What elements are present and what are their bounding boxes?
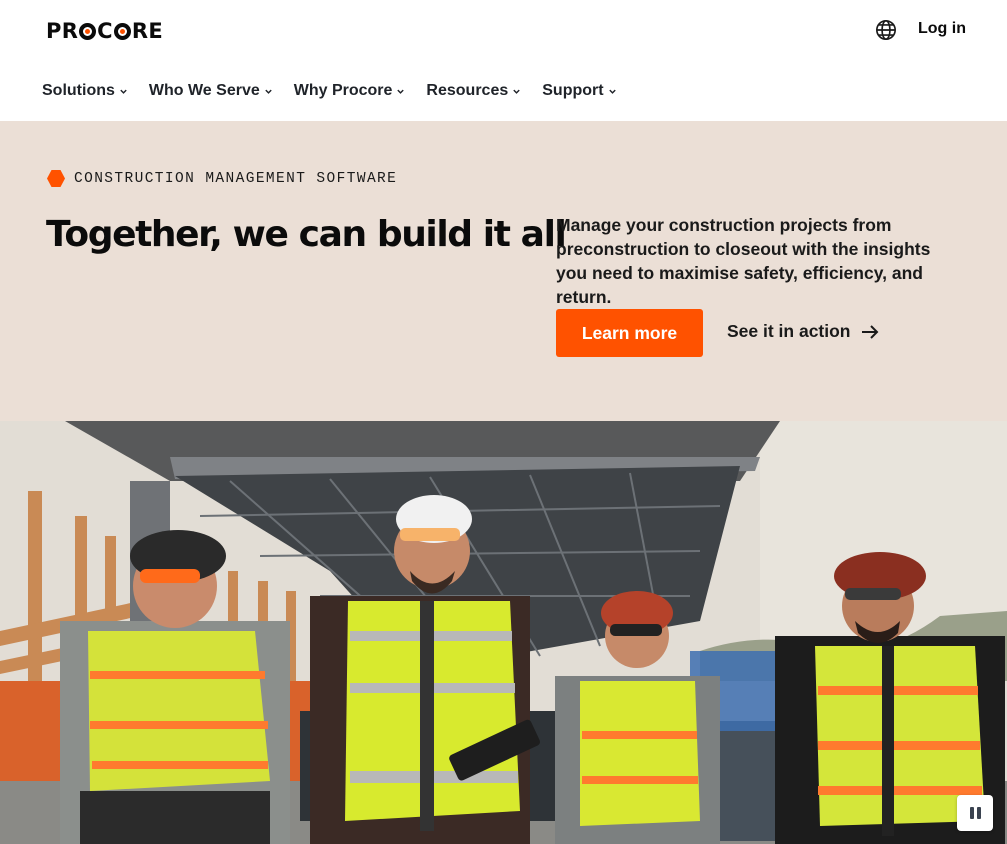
nav-item-solutions[interactable]: Solutions (42, 82, 128, 100)
nav-item-resources[interactable]: Resources (426, 82, 521, 100)
nav-item-label: Solutions (42, 82, 115, 99)
hero-eyebrow: CONSTRUCTION MANAGEMENT SOFTWARE (47, 170, 397, 187)
chevron-down-icon (608, 89, 616, 94)
nav-item-label: Resources (426, 82, 509, 99)
construction-workers-image (0, 421, 1007, 844)
chevron-down-icon (120, 89, 127, 94)
logo-text-pr: PR (46, 19, 79, 43)
nav-item-why-procore[interactable]: Why Procore (294, 82, 406, 100)
logo-o-mark-2 (113, 22, 131, 40)
procore-logo[interactable]: PR C RE (46, 19, 163, 43)
nav-item-label: Support (542, 82, 604, 99)
logo-text-re: RE (131, 19, 164, 43)
globe-icon[interactable] (875, 19, 897, 41)
see-it-in-action-label: See it in action (727, 321, 851, 341)
nav-item-label: Who We Serve (148, 82, 260, 99)
chevron-down-icon (513, 89, 520, 94)
pause-button[interactable] (957, 795, 993, 831)
hero-section: CONSTRUCTION MANAGEMENT SOFTWARE Togethe… (0, 121, 1007, 421)
login-link[interactable]: Log in (918, 20, 966, 38)
see-it-in-action-link[interactable]: See it in action (727, 321, 879, 342)
hero-subtext: Manage your construction projects from p… (556, 215, 931, 307)
hero-headline: Together, we can build it all (46, 214, 567, 255)
chevron-down-icon (397, 89, 405, 94)
nav-item-label: Why Procore (293, 82, 393, 99)
pause-icon-bar (976, 807, 981, 819)
site-header: PR C RE Log in Solutions Who We Serve Why … (0, 0, 1007, 121)
learn-more-button[interactable]: Learn more (556, 309, 703, 357)
eyebrow-text: CONSTRUCTION MANAGEMENT SOFTWARE (74, 170, 398, 187)
nav-item-who-we-serve[interactable]: Who We Serve (149, 82, 273, 100)
arrow-right-icon (861, 324, 878, 339)
logo-o-mark (79, 22, 97, 40)
main-nav: Solutions Who We Serve Why Procore Resou… (42, 80, 638, 102)
nav-item-support[interactable]: Support (542, 82, 616, 100)
hexagon-icon (47, 170, 65, 187)
logo-text-c: C (97, 19, 113, 43)
hero-video (0, 421, 1007, 844)
pause-icon (969, 807, 974, 819)
chevron-down-icon (265, 89, 272, 94)
